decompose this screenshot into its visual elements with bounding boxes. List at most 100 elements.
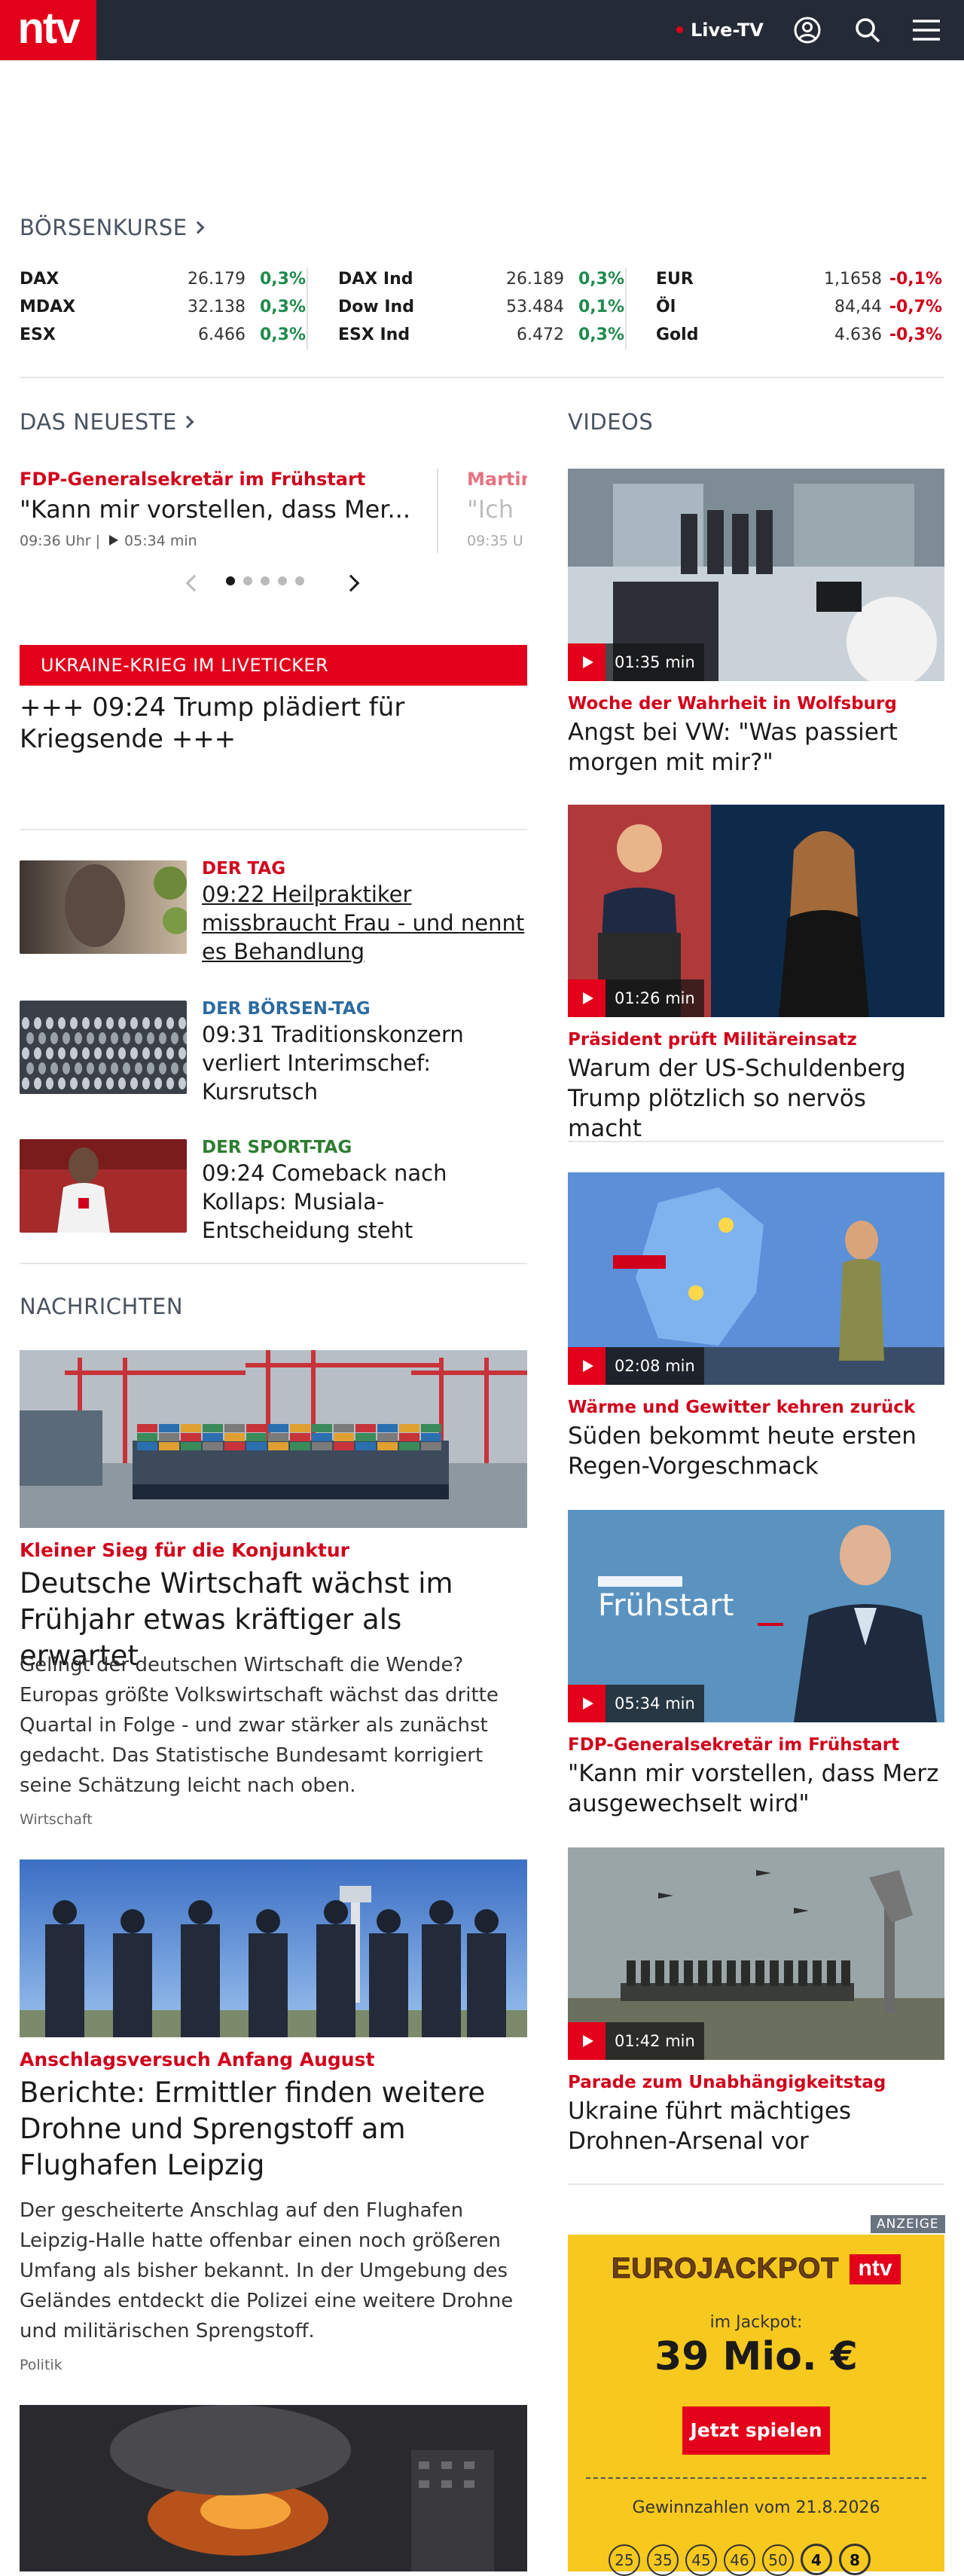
divider (625, 268, 627, 350)
live-dot-icon (676, 26, 683, 33)
video-kicker: Parade zum Unabhängigkeitstag (568, 2073, 886, 2092)
chevron-right-icon (181, 415, 194, 429)
video-kicker: Woche der Wahrheit in Wolfsburg (568, 694, 897, 714)
article-category[interactable]: Politik (20, 2357, 63, 2373)
divider (568, 2183, 944, 2185)
live-tv-link[interactable]: Live-TV (676, 18, 764, 42)
prev-arrow-icon[interactable] (185, 574, 203, 592)
index-name: Dow Ind (338, 298, 414, 316)
ticker-image (20, 1001, 187, 1094)
boerse-row[interactable]: DAX 26.179 0,3% (20, 265, 306, 293)
divider (20, 829, 527, 830)
index-change: 0,3% (578, 325, 624, 344)
index-change: 0,3% (259, 325, 306, 344)
ntv-logo: ntv (850, 2254, 901, 2284)
article-kicker: Kleiner Sieg für die Konjunktur (20, 1539, 349, 1561)
index-value: 4.636 (834, 325, 882, 344)
ticker-title: 09:22 Heilpraktiker missbraucht Frau - u… (202, 882, 525, 964)
euro-number-ball: 8 (839, 2544, 871, 2575)
menu-icon[interactable] (910, 14, 943, 47)
boerse-row[interactable]: EUR 1,1658 -0,1% (656, 265, 942, 293)
article-category[interactable]: Wirtschaft (20, 1811, 93, 1828)
boerse-row[interactable]: Öl 84,44 -0,7% (656, 293, 942, 321)
play-icon (568, 1347, 606, 1385)
index-change: 0,3% (259, 298, 306, 316)
svg-text:Frühstart: Frühstart (598, 1588, 734, 1623)
index-name: ESX (20, 325, 56, 344)
boerse-row[interactable]: DAX Ind 26.189 0,3% (338, 265, 624, 293)
index-name: EUR (656, 270, 694, 289)
video-title: Angst bei VW: "Was passiert morgen mit m… (568, 719, 898, 776)
play-icon (568, 1685, 606, 1722)
video-title: Ukraine führt mächtiges Drohnen-Arsenal … (568, 2098, 852, 2155)
index-change: 0,3% (578, 270, 624, 289)
neueste-heading[interactable]: DAS NEUESTE (20, 408, 194, 435)
index-change: -0,1% (889, 270, 942, 289)
video-play-overlay[interactable]: 01:26 min (568, 979, 704, 1017)
video-play-overlay[interactable]: 01:42 min (568, 2022, 704, 2060)
boerse-heading[interactable]: BÖRSENKURSE (20, 214, 205, 241)
ukraine-ticker-text[interactable]: +++ 09:24 Trump plädiert für Kriegsende … (20, 692, 527, 755)
numbers-label: Gewinnzahlen vom 21.8.2026 (632, 2498, 880, 2517)
index-name: Gold (656, 325, 699, 344)
slide-duration: 05:34 min (124, 533, 197, 549)
ticker-title: 09:31 Traditionskonzern verliert Interim… (202, 1022, 464, 1105)
play-icon (568, 979, 606, 1017)
index-value: 32.138 (188, 298, 246, 316)
slider-dot[interactable] (278, 576, 287, 585)
article-kicker: Anschlagsversuch Anfang August (20, 2049, 375, 2070)
eurojackpot-ad[interactable]: EUROJACKPOT ntv im Jackpot: 39 Mio. € Je… (568, 2235, 944, 2576)
slide-1[interactable]: FDP-Generalsekretär im Frühstart "Kann m… (20, 467, 426, 552)
index-value: 84,44 (834, 298, 882, 316)
video-duration: 01:26 min (615, 989, 695, 1007)
article-title[interactable]: Berichte: Ermittler finden weitere Drohn… (20, 2075, 527, 2183)
slider-dot[interactable] (226, 576, 235, 585)
slide-title: "Ich (467, 495, 514, 524)
slider-dot[interactable] (261, 576, 270, 585)
video-duration: 02:08 min (615, 1357, 695, 1375)
video-play-overlay[interactable]: 05:34 min (568, 1685, 704, 1722)
index-value: 1,1658 (824, 270, 882, 289)
play-icon (109, 535, 119, 545)
boerse-column: DAX 26.179 0,3% MDAX 32.138 0,3% ESX 6.466 0,3% (20, 265, 306, 349)
slide-time: 09:35 U (467, 533, 523, 549)
boerse-row[interactable]: ESX Ind 6.472 0,3% (338, 321, 624, 349)
slider-dot[interactable] (295, 576, 304, 585)
boerse-row[interactable]: MDAX 32.138 0,3% (20, 293, 306, 321)
video-play-overlay[interactable]: 02:08 min (568, 1347, 704, 1385)
article-image[interactable] (20, 2405, 527, 2571)
play-icon (568, 2022, 606, 2060)
boerse-row[interactable]: Dow Ind 53.484 0,1% (338, 293, 624, 321)
boerse-row[interactable]: ESX 6.466 0,3% (20, 321, 306, 349)
divider (437, 469, 438, 553)
user-icon[interactable] (791, 14, 824, 47)
ticker-image (20, 1139, 187, 1233)
slide-kicker: Martin (467, 469, 527, 490)
search-icon[interactable] (851, 14, 884, 47)
boerse-row[interactable]: Gold 4.636 -0,3% (656, 321, 942, 349)
article-image[interactable] (20, 1350, 527, 1528)
article-image[interactable] (20, 1859, 527, 2037)
ticker-kicker: DER TAG (202, 859, 286, 879)
video-duration: 01:42 min (615, 2032, 695, 2050)
index-name: DAX (20, 270, 59, 289)
play-icon (568, 643, 606, 681)
video-duration: 05:34 min (615, 1694, 695, 1713)
video-play-overlay[interactable]: 01:35 min (568, 643, 704, 681)
eurojackpot-logo: EUROJACKPOT (611, 2253, 840, 2285)
live-tv-label: Live-TV (691, 20, 764, 41)
index-value: 6.472 (517, 325, 564, 344)
next-arrow-icon[interactable] (342, 574, 360, 592)
ukraine-liveticker-bar[interactable]: UKRAINE-KRIEG IM LIVETICKER (20, 645, 527, 686)
index-name: ESX Ind (338, 325, 410, 344)
slider-dot[interactable] (243, 576, 252, 585)
video-title: Süden bekommt heute ersten Regen-Vorgesc… (568, 1422, 917, 1480)
nachrichten-heading: NACHRICHTEN (20, 1294, 184, 1319)
slider-dots (226, 574, 313, 588)
index-value: 53.484 (506, 298, 564, 316)
videos-heading: VIDEOS (568, 409, 654, 435)
ntv-logo[interactable]: ntv (0, 0, 96, 60)
slide-2[interactable]: Martin "Ich 09:35 U (467, 467, 527, 552)
site-header: ntv Live-TV (0, 0, 964, 60)
play-now-button[interactable]: Jetzt spielen (682, 2406, 830, 2455)
